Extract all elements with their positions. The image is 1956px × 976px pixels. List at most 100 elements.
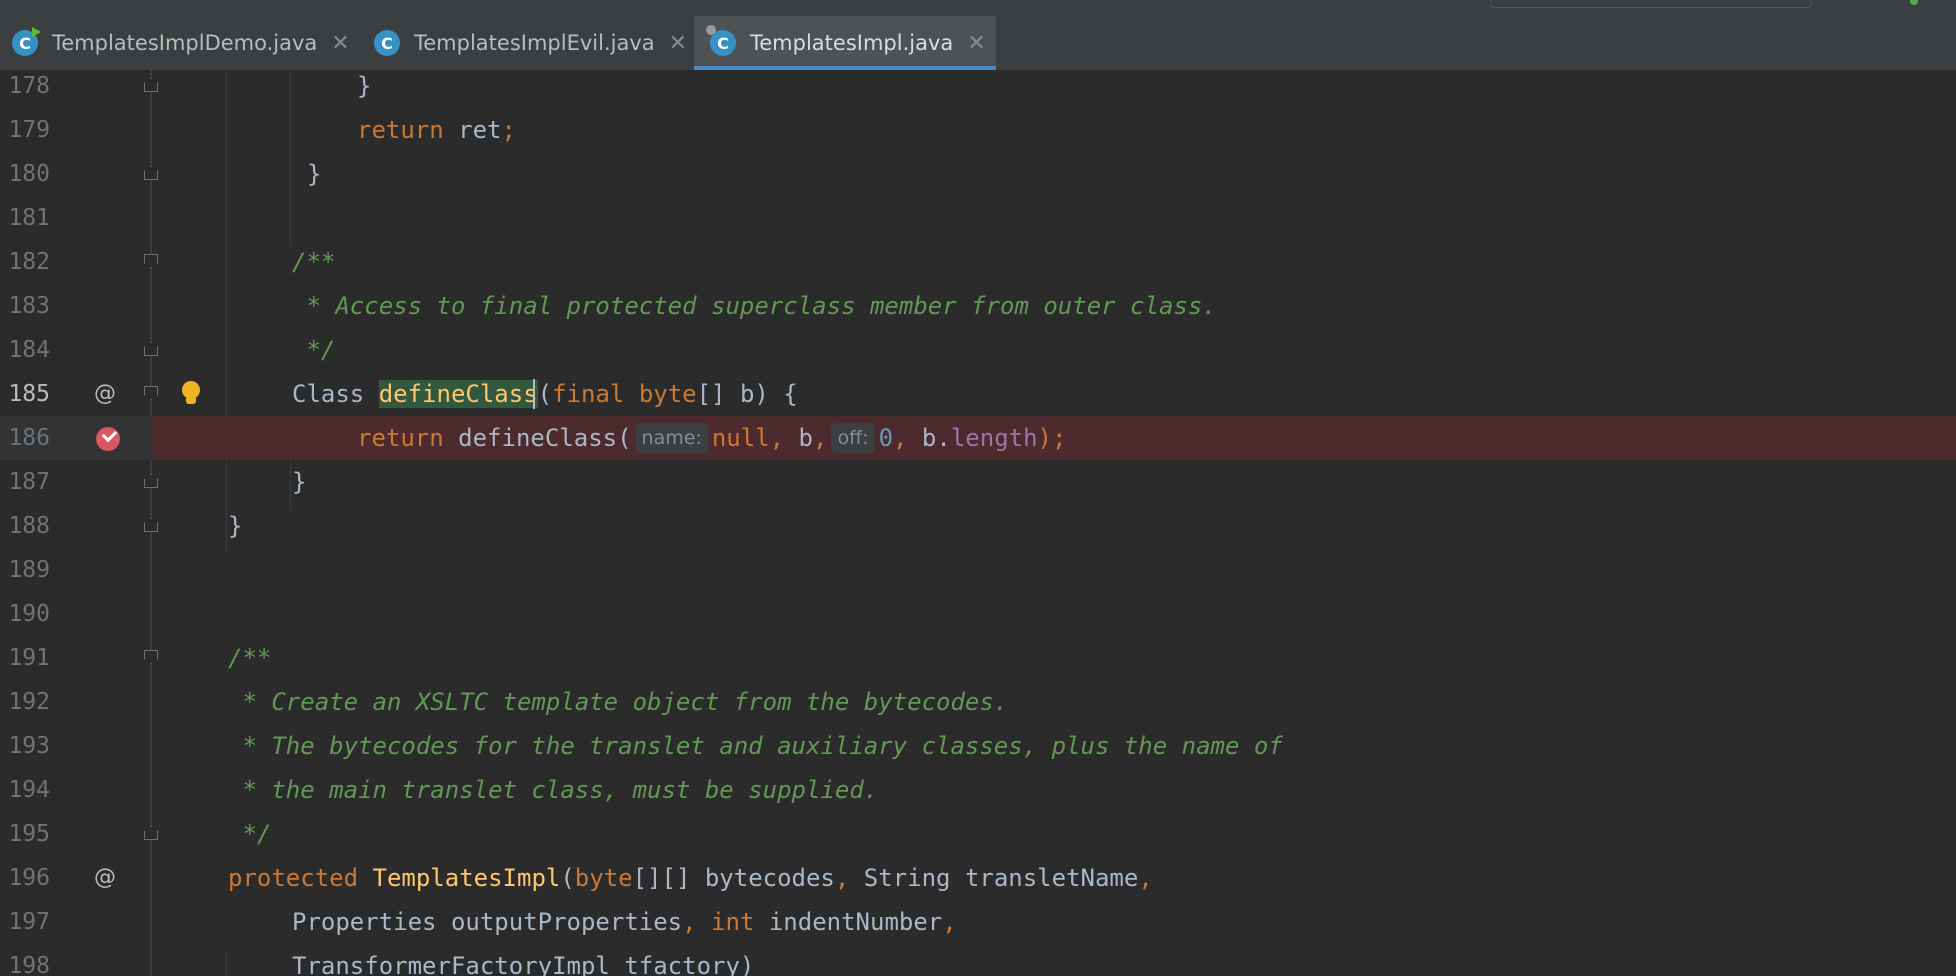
brace: } <box>228 512 243 540</box>
line-number: 182 <box>8 249 50 275</box>
code-text: Class defineClass(final byte[] b) { <box>292 372 798 416</box>
method-name-part: defineCla <box>378 380 509 408</box>
doc-comment: */ <box>292 336 336 364</box>
doc-comment: */ <box>228 820 272 848</box>
brace: } <box>292 468 307 496</box>
paren: ( <box>560 864 575 892</box>
code-line: 193 * The bytecodes for the translet and… <box>0 724 1956 768</box>
code-line: 196 @ protected TemplatesImpl(byte[][] b… <box>0 856 1956 900</box>
line-number: 178 <box>8 73 50 99</box>
number-literal: 0 <box>878 424 894 452</box>
line-number: 198 <box>8 953 50 976</box>
code-text: protected TemplatesImpl(byte[][] bytecod… <box>228 856 1153 900</box>
fold-end-icon[interactable] <box>144 518 158 532</box>
fold-start-icon[interactable] <box>144 386 158 400</box>
close-tab-icon[interactable]: ✕ <box>967 31 985 56</box>
doc-comment: * Create an XSLTC template object from t… <box>228 688 1009 716</box>
code-text: } <box>357 70 371 108</box>
fold-start-icon[interactable] <box>144 650 158 664</box>
override-marker-icon[interactable]: @ <box>94 372 116 416</box>
method-call: defineClass( <box>443 424 632 452</box>
fold-end-icon[interactable] <box>144 342 158 356</box>
class-icon-letter: C <box>381 33 393 53</box>
code-text: TransformerFactoryImpl tfactory) <box>292 952 755 976</box>
line-number: 193 <box>8 733 50 759</box>
class-icon-letter: C <box>717 33 729 53</box>
fold-end-icon[interactable] <box>144 166 158 180</box>
line-number: 195 <box>8 821 50 847</box>
line-number: 190 <box>8 601 50 627</box>
line-number: 186 <box>8 425 50 451</box>
code-line: 189 <box>0 548 1956 592</box>
param: Properties outputProperties <box>292 908 683 936</box>
keyword: return <box>357 424 444 452</box>
code-line: 183 * Access to final protected supercla… <box>0 284 1956 328</box>
code-line: 180 } <box>0 152 1956 196</box>
close-tab-icon[interactable]: ✕ <box>669 31 687 56</box>
line-number: 197 <box>8 909 50 935</box>
readonly-lock-icon <box>706 25 716 35</box>
line-number: 180 <box>8 161 50 187</box>
keyword: int <box>711 908 755 936</box>
param: String transletName <box>849 864 1139 892</box>
paren: ( <box>537 380 553 408</box>
punct: , <box>769 424 785 452</box>
code-text: } <box>307 152 321 196</box>
param: indentNumber <box>754 908 943 936</box>
fold-end-icon[interactable] <box>144 474 158 488</box>
code-text: return ret; <box>357 108 516 152</box>
editor-tab-bar: C TemplatesImplDemo.java ✕ C TemplatesIm… <box>0 16 1956 71</box>
parameter-hint: off: <box>831 423 875 453</box>
punct: , <box>834 864 850 892</box>
lightbulb-icon[interactable] <box>181 381 201 407</box>
doc-comment: /** <box>292 248 336 276</box>
fold-end-icon[interactable] <box>144 78 158 92</box>
params: [] b) { <box>696 380 798 408</box>
line-number: 185 <box>8 381 50 407</box>
line-number: 184 <box>8 337 50 363</box>
code-editor[interactable]: 178 } 179 return ret; 180 } 181 182 /** … <box>0 70 1956 976</box>
fold-end-icon[interactable] <box>144 826 158 840</box>
close-tab-icon[interactable]: ✕ <box>331 31 349 56</box>
search-field[interactable] <box>1490 0 1812 8</box>
punct: , <box>893 424 908 452</box>
java-class-icon: C <box>374 30 400 56</box>
line-number: 179 <box>8 117 50 143</box>
top-toolbar-strip <box>0 0 1956 17</box>
brace: } <box>307 160 322 188</box>
tab-label: TemplatesImplDemo.java <box>52 31 318 55</box>
line-number: 181 <box>8 205 50 231</box>
fold-start-icon[interactable] <box>144 254 158 268</box>
code-text: Properties outputProperties, int indentN… <box>292 900 957 944</box>
code-line: 197 Properties outputProperties, int ind… <box>0 900 1956 944</box>
line-number: 187 <box>8 469 50 495</box>
keyword: protected <box>228 864 359 892</box>
tab-templatesimpldemo[interactable]: C TemplatesImplDemo.java ✕ <box>12 16 352 70</box>
code-text: } <box>292 460 306 504</box>
class-icon-letter: C <box>19 33 31 53</box>
identifier: b. <box>907 424 951 452</box>
override-marker-icon[interactable]: @ <box>94 856 116 900</box>
code-line-breakpoint: 186 return defineClass(name: null, b, off:… <box>0 416 1956 460</box>
code-line: 190 <box>0 592 1956 636</box>
field: length <box>950 424 1038 452</box>
punct: , <box>682 908 697 936</box>
code-line: 184 */ <box>0 328 1956 372</box>
breakpoint-icon[interactable] <box>96 427 120 451</box>
doc-comment: * the main translet class, must be suppl… <box>228 776 879 804</box>
parameter-hint: name: <box>635 423 708 453</box>
tab-templatesimpl[interactable]: C TemplatesImpl.java ✕ <box>694 16 996 70</box>
line-number: 189 <box>8 557 50 583</box>
code-line: 182 /** <box>0 240 1956 284</box>
punct: , <box>813 424 828 452</box>
tab-templatesimplevil[interactable]: C TemplatesImplEvil.java ✕ <box>374 16 696 70</box>
code-line: 195 */ <box>0 812 1956 856</box>
constructor-name: TemplatesImpl <box>372 864 561 892</box>
line-number: 194 <box>8 777 50 803</box>
code-line: 194 * the main translet class, must be s… <box>0 768 1956 812</box>
code-text: } <box>228 504 242 548</box>
code-line: 187 } <box>0 460 1956 504</box>
method-name-highlighted: defineClass <box>378 380 538 408</box>
